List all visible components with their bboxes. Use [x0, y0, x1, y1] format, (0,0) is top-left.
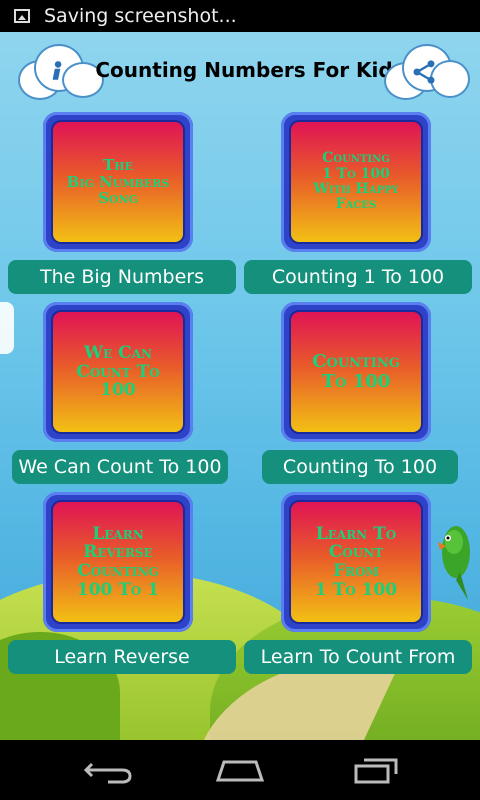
side-drawer-handle[interactable] [0, 302, 14, 354]
app-screen: Counting Numbers For Kids The Big Number… [0, 32, 480, 740]
label-big-numbers[interactable]: The Big Numbers [8, 260, 236, 294]
tile-learn-to-count-from[interactable]: Learn To Count From 1 To 100 [281, 492, 431, 632]
share-icon [413, 60, 435, 84]
tile-art-text: Learn To Count From 1 To 100 [314, 523, 398, 600]
recents-icon[interactable] [346, 754, 406, 786]
back-icon[interactable] [78, 754, 138, 786]
tile-learn-reverse[interactable]: Learn Reverse Counting 100 To 1 [43, 492, 193, 632]
share-button[interactable] [380, 40, 470, 102]
tile-counting-to-100[interactable]: Counting To 100 [281, 302, 431, 442]
navigation-bar [0, 740, 480, 800]
status-bar: Saving screenshot... [0, 0, 480, 32]
label-learn-reverse[interactable]: Learn Reverse [8, 640, 236, 674]
tile-art-text: We Can Count To 100 [76, 342, 160, 401]
tile-counting-1-to-100[interactable]: Counting 1 To 100 With Happy Faces [281, 112, 431, 252]
status-text: Saving screenshot... [44, 5, 237, 27]
label-counting-1-to-100[interactable]: Counting 1 To 100 [244, 260, 472, 294]
picture-icon [14, 9, 30, 23]
tile-we-can-count-to-100[interactable]: We Can Count To 100 [43, 302, 193, 442]
tile-art-text: The Big Numbers Song [66, 156, 170, 208]
parrot-illustration [438, 526, 470, 600]
tile-art-text: Learn Reverse Counting 100 To 1 [76, 523, 160, 600]
tile-art-text: Counting To 100 [312, 351, 400, 392]
label-counting-to-100[interactable]: Counting To 100 [262, 450, 458, 484]
tile-art-text: Counting 1 To 100 With Happy Faces [313, 150, 399, 213]
tile-big-numbers[interactable]: The Big Numbers Song [43, 112, 193, 252]
label-we-can-count-to-100[interactable]: We Can Count To 100 [12, 450, 228, 484]
home-icon[interactable] [210, 754, 270, 786]
label-learn-to-count-from[interactable]: Learn To Count From [244, 640, 472, 674]
